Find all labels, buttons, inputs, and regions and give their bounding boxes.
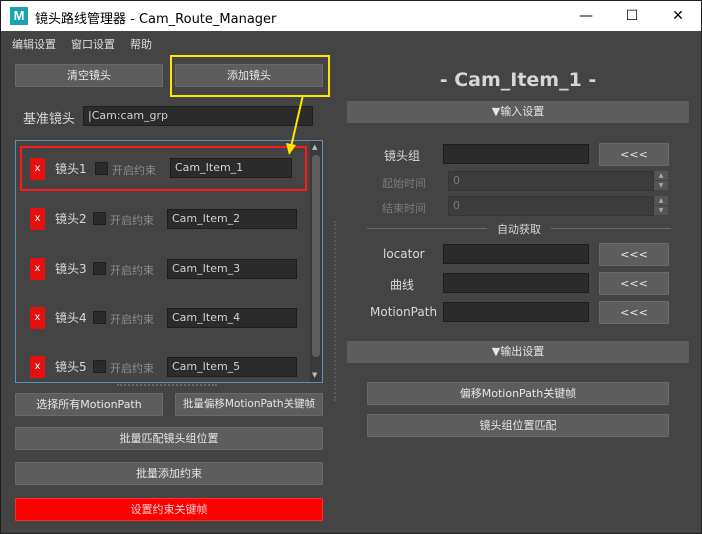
annotation-arrow-icon (286, 94, 304, 155)
locator-pick-button[interactable]: <<< (599, 243, 669, 266)
title-bar: M 镜头路线管理器 - Cam_Route_Manager — ☐ ✕ (1, 1, 701, 31)
remove-camera-3-button[interactable]: x (30, 258, 45, 280)
scrollbar-thumb[interactable] (312, 155, 320, 357)
start-time-down-icon[interactable]: ▼ (654, 181, 668, 190)
remove-camera-5-button[interactable]: x (30, 356, 45, 378)
camera-row-5: x 镜头5 开启约束 Cam_Item_5 (16, 343, 310, 382)
input-settings-header[interactable]: ▼输入设置 (347, 101, 689, 123)
panel-divider[interactable] (334, 221, 336, 401)
camera-4-constraint-checkbox[interactable] (93, 311, 106, 324)
menu-bar: 编辑设置 窗口设置 帮助 (1, 31, 701, 55)
auto-fetch-divider-left (367, 228, 487, 229)
maya-app-icon: M (10, 7, 28, 25)
scroll-up-icon[interactable]: ▲ (312, 143, 317, 151)
camera-5-constraint-checkbox[interactable] (93, 360, 106, 373)
clear-cameras-button[interactable]: 清空镜头 (15, 64, 163, 87)
camera-2-constraint-checkbox[interactable] (93, 212, 106, 225)
start-time-field[interactable]: 0 (448, 171, 654, 191)
camera-1-highlight-box (20, 146, 307, 191)
match-group-position-button[interactable]: 镜头组位置匹配 (367, 414, 669, 437)
batch-match-position-button[interactable]: 批量匹配镜头组位置 (15, 427, 323, 450)
splitter-handle[interactable] (117, 384, 217, 387)
set-constraint-keyframe-button[interactable]: 设置约束关键帧 (15, 498, 323, 521)
camera-4-label: 镜头4 (55, 311, 87, 325)
add-camera-highlight-box (170, 55, 330, 97)
base-camera-field[interactable]: |Cam:cam_grp (83, 106, 313, 126)
maximize-button[interactable]: ☐ (609, 1, 655, 31)
menu-window-settings[interactable]: 窗口设置 (71, 36, 115, 52)
camera-3-constraint-label: 开启约束 (110, 264, 154, 277)
motionpath-pick-button[interactable]: <<< (599, 301, 669, 324)
motionpath-field[interactable] (443, 302, 589, 322)
curve-field[interactable] (443, 273, 589, 293)
camera-row-2: x 镜头2 开启约束 Cam_Item_2 (16, 195, 310, 244)
menu-help[interactable]: 帮助 (130, 36, 152, 52)
motionpath-label: MotionPath (370, 305, 438, 319)
minimize-button[interactable]: — (563, 1, 609, 31)
camera-2-label: 镜头2 (55, 212, 87, 226)
camera-5-item-field[interactable]: Cam_Item_5 (167, 357, 297, 377)
end-time-up-icon[interactable]: ▲ (654, 196, 668, 205)
output-settings-header[interactable]: ▼输出设置 (347, 341, 689, 363)
start-time-up-icon[interactable]: ▲ (654, 171, 668, 180)
curve-label: 曲线 (390, 278, 415, 292)
remove-camera-4-button[interactable]: x (30, 307, 45, 329)
camera-4-constraint-label: 开启约束 (110, 313, 154, 326)
start-time-label: 起始时间 (382, 177, 426, 190)
camera-4-item-field[interactable]: Cam_Item_4 (167, 308, 297, 328)
batch-offset-keyframes-button[interactable]: 批量偏移MotionPath关键帧 (175, 393, 323, 416)
end-time-down-icon[interactable]: ▼ (654, 206, 668, 215)
locator-label: locator (383, 247, 425, 261)
camera-2-constraint-label: 开启约束 (110, 214, 154, 227)
camera-5-label: 镜头5 (55, 360, 87, 374)
batch-add-constraint-button[interactable]: 批量添加约束 (15, 462, 323, 485)
curve-pick-button[interactable]: <<< (599, 272, 669, 295)
offset-motionpath-keys-button[interactable]: 偏移MotionPath关键帧 (367, 382, 669, 405)
camera-row-3: x 镜头3 开启约束 Cam_Item_3 (16, 245, 310, 294)
select-all-motionpath-button[interactable]: 选择所有MotionPath (15, 393, 163, 416)
base-camera-label: 基准镜头 (23, 112, 76, 127)
camera-3-item-field[interactable]: Cam_Item_3 (167, 259, 297, 279)
auto-fetch-label: 自动获取 (497, 223, 541, 236)
camera-3-label: 镜头3 (55, 262, 87, 276)
camera-group-label: 镜头组 (384, 149, 421, 163)
end-time-field[interactable]: 0 (448, 196, 654, 216)
camera-group-field[interactable] (443, 144, 589, 164)
scroll-down-icon[interactable]: ▼ (312, 371, 317, 379)
locator-field[interactable] (443, 244, 589, 264)
camera-3-constraint-checkbox[interactable] (93, 262, 106, 275)
app-window: M 镜头路线管理器 - Cam_Route_Manager — ☐ ✕ 编辑设置… (0, 0, 702, 534)
camera-list-scrollbar[interactable]: ▲ ▼ (310, 141, 322, 382)
camera-2-item-field[interactable]: Cam_Item_2 (167, 209, 297, 229)
close-button[interactable]: ✕ (655, 1, 701, 31)
menu-edit-settings[interactable]: 编辑设置 (12, 36, 56, 52)
camera-group-pick-button[interactable]: <<< (599, 143, 669, 166)
camera-5-constraint-label: 开启约束 (110, 362, 154, 375)
auto-fetch-divider-right (551, 228, 671, 229)
remove-camera-2-button[interactable]: x (30, 208, 45, 230)
camera-row-4: x 镜头4 开启约束 Cam_Item_4 (16, 294, 310, 343)
end-time-label: 结束时间 (382, 202, 426, 215)
camera-list: x 镜头1 开启约束 Cam_Item_1 x 镜头2 开启约束 Cam_Ite… (15, 140, 323, 383)
window-title: 镜头路线管理器 - Cam_Route_Manager (35, 12, 277, 27)
current-item-title: - Cam_Item_1 - (439, 69, 597, 91)
